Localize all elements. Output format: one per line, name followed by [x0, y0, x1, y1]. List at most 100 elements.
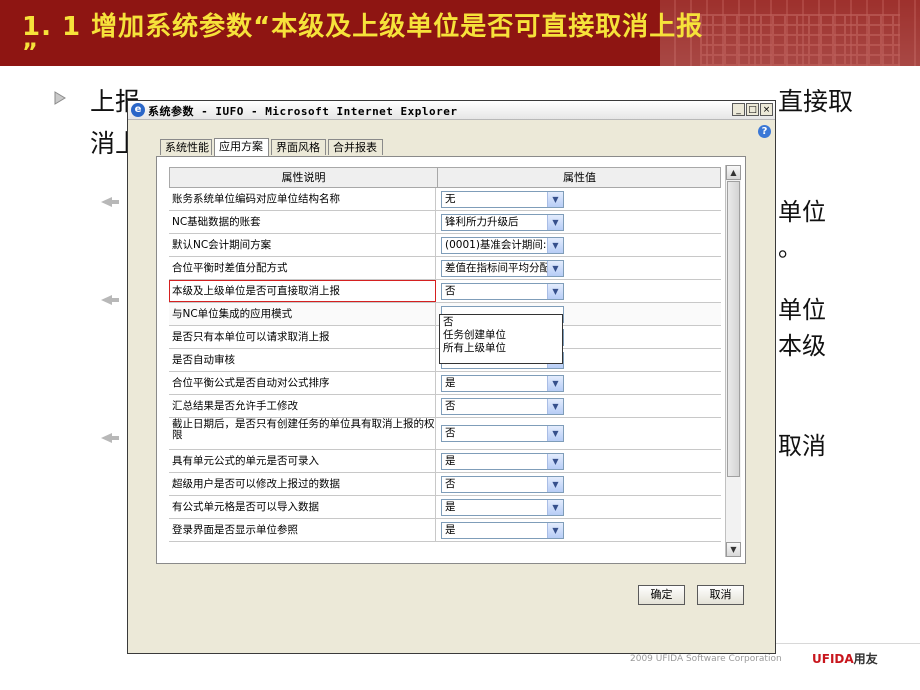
- row-value-select[interactable]: 否 ▼: [441, 425, 564, 442]
- chevron-down-icon[interactable]: ▼: [547, 454, 563, 469]
- close-button[interactable]: ×: [760, 103, 773, 116]
- header-property-value: 属性值: [563, 171, 596, 184]
- window-title: 系统参数 - IUFO - Microsoft Internet Explore…: [148, 105, 458, 118]
- scroll-thumb[interactable]: [727, 181, 740, 477]
- row-value-select[interactable]: 差值在指标间平均分配 ▼: [441, 260, 564, 277]
- row-value: 差值在指标间平均分配: [445, 262, 550, 274]
- table-row: 合位平衡公式是否自动对公式排序 是 ▼: [169, 372, 721, 395]
- table-row: 汇总结果是否允许手工修改 否 ▼: [169, 395, 721, 418]
- chevron-down-icon[interactable]: ▼: [547, 426, 563, 441]
- footer-logo-text: UFIDA: [812, 652, 854, 666]
- chevron-down-icon[interactable]: ▼: [547, 284, 563, 299]
- ie-window: e 系统参数 - IUFO - Microsoft Internet Explo…: [127, 100, 776, 654]
- table-row: 合位平衡时差值分配方式 差值在指标间平均分配 ▼: [169, 257, 721, 280]
- tab-application-scheme[interactable]: 应用方案: [214, 138, 269, 156]
- row-value-select[interactable]: 锋利所力升级后 ▼: [441, 214, 564, 231]
- table-row: NC基础数据的账套 锋利所力升级后 ▼: [169, 211, 721, 234]
- table-row-highlighted: 本级及上级单位是否可直接取消上报 否 ▼: [169, 280, 721, 303]
- side-text-5: 取消: [778, 432, 826, 460]
- row-value-select[interactable]: 是▼: [441, 453, 564, 470]
- row-value: 否: [445, 285, 456, 297]
- row-label: 是否只有本单位可以请求取消上报: [169, 326, 436, 348]
- row-label: 具有单元公式的单元是否可录入: [169, 450, 436, 472]
- table-row: 登录界面是否显示单位参照 是 ▼: [169, 519, 721, 542]
- row-value-select[interactable]: (0001)基准会计期间: ▼: [441, 237, 564, 254]
- header-property-description: 属性说明: [170, 168, 438, 187]
- side-text-4: 本级: [778, 332, 826, 360]
- chevron-down-icon[interactable]: ▼: [547, 215, 563, 230]
- row-value: 锋利所力升级后: [445, 216, 519, 228]
- row-value-select[interactable]: 是▼: [441, 375, 564, 392]
- slide-title: 1. 1 增加系统参数“本级及上级单位是否可直接取消上报: [22, 12, 704, 42]
- row-value-select[interactable]: 无 ▼: [441, 191, 564, 208]
- row-label: 是否自动审核: [169, 349, 436, 371]
- tab-consolidated-report[interactable]: 合并报表: [328, 139, 383, 155]
- chevron-down-icon[interactable]: ▼: [547, 261, 563, 276]
- row-value: (0001)基准会计期间:: [445, 239, 547, 251]
- row-label: NC基础数据的账套: [169, 211, 436, 233]
- dropdown-option[interactable]: 否: [443, 316, 559, 329]
- dropdown-option[interactable]: 任务创建单位: [443, 329, 559, 342]
- row-label: 合位平衡公式是否自动对公式排序: [169, 372, 436, 394]
- grid-vertical-scrollbar[interactable]: ▲ ▼: [725, 165, 741, 557]
- scroll-down-arrow-icon[interactable]: ▼: [726, 542, 741, 557]
- row-label: 本级及上级单位是否可直接取消上报: [169, 280, 436, 302]
- row-value-select[interactable]: 否 ▼: [441, 476, 564, 493]
- row-value-select[interactable]: 是▼: [441, 522, 564, 539]
- sub-bullet-icon: [101, 197, 119, 207]
- row-value: 是: [445, 455, 456, 467]
- row-value-select[interactable]: 否 ▼: [441, 398, 564, 415]
- side-text-3: 单位: [778, 296, 826, 324]
- table-row: 有公式单元格是否可以导入数据 是 ▼: [169, 496, 721, 519]
- dropdown-option[interactable]: 所有上级单位: [443, 342, 559, 355]
- side-text-2: 。: [778, 234, 802, 262]
- help-icon[interactable]: ?: [758, 125, 771, 138]
- tab-system-performance[interactable]: 系统性能: [160, 139, 212, 155]
- footer-logo: UFIDA用友: [812, 650, 878, 667]
- chevron-down-icon[interactable]: ▼: [547, 500, 563, 515]
- chevron-down-icon[interactable]: ▼: [547, 238, 563, 253]
- minimize-button[interactable]: _: [732, 103, 745, 116]
- table-row: 超级用户是否可以修改上报过的数据 否 ▼: [169, 473, 721, 496]
- row-value: 是: [445, 501, 456, 513]
- row-label: 账务系统单位编码对应单位结构名称: [169, 188, 436, 210]
- main-bullet-text-end: 直接取: [778, 87, 854, 116]
- row-label: 合位平衡时差值分配方式: [169, 257, 436, 279]
- row-value: 是: [445, 377, 456, 389]
- footer-copyright: 2009 UFIDA Software Corporation: [630, 654, 782, 664]
- bullet-icon: [54, 91, 66, 105]
- ok-button[interactable]: 确定: [638, 585, 685, 605]
- table-row: 默认NC会计期间方案 (0001)基准会计期间: ▼: [169, 234, 721, 257]
- chevron-down-icon[interactable]: ▼: [547, 477, 563, 492]
- row-label: 有公式单元格是否可以导入数据: [169, 496, 436, 518]
- chevron-down-icon[interactable]: ▼: [547, 399, 563, 414]
- table-row: 截止日期后，是否只有创建任务的单位具有取消上报的权限 否 ▼: [169, 418, 721, 450]
- row-value-select[interactable]: 是▼: [441, 499, 564, 516]
- row-value: 否: [445, 478, 456, 490]
- row-label: 默认NC会计期间方案: [169, 234, 436, 256]
- ie-logo-icon: e: [131, 103, 145, 117]
- chevron-down-icon[interactable]: ▼: [547, 376, 563, 391]
- chevron-down-icon[interactable]: ▼: [547, 192, 563, 207]
- maximize-button[interactable]: □: [746, 103, 759, 116]
- chevron-down-icon[interactable]: ▼: [547, 523, 563, 538]
- row-value: 是: [445, 524, 456, 536]
- slide-title-continuation: ”: [22, 38, 38, 66]
- sub-bullet-icon: [101, 295, 119, 305]
- row-label: 与NC单位集成的应用模式: [169, 303, 436, 325]
- cancel-button[interactable]: 取消: [697, 585, 744, 605]
- row-label: 截止日期后，是否只有创建任务的单位具有取消上报的权限: [169, 418, 436, 449]
- sub-bullet-icon: [101, 433, 119, 443]
- table-row: 账务系统单位编码对应单位结构名称 无 ▼: [169, 188, 721, 211]
- row-value-select[interactable]: 否 ▼: [441, 283, 564, 300]
- row-label: 登录界面是否显示单位参照: [169, 519, 436, 541]
- side-text-1: 单位: [778, 198, 826, 226]
- window-titlebar[interactable]: e 系统参数 - IUFO - Microsoft Internet Explo…: [128, 101, 775, 120]
- tab-interface-style[interactable]: 界面风格: [271, 139, 326, 155]
- row-value: 无: [445, 193, 456, 205]
- row-value: 否: [445, 400, 456, 412]
- footer-logo-cn: 用友: [853, 652, 878, 666]
- row-label: 汇总结果是否允许手工修改: [169, 395, 436, 417]
- value-dropdown-list: 否 任务创建单位 所有上级单位: [439, 314, 563, 364]
- scroll-up-arrow-icon[interactable]: ▲: [726, 165, 741, 180]
